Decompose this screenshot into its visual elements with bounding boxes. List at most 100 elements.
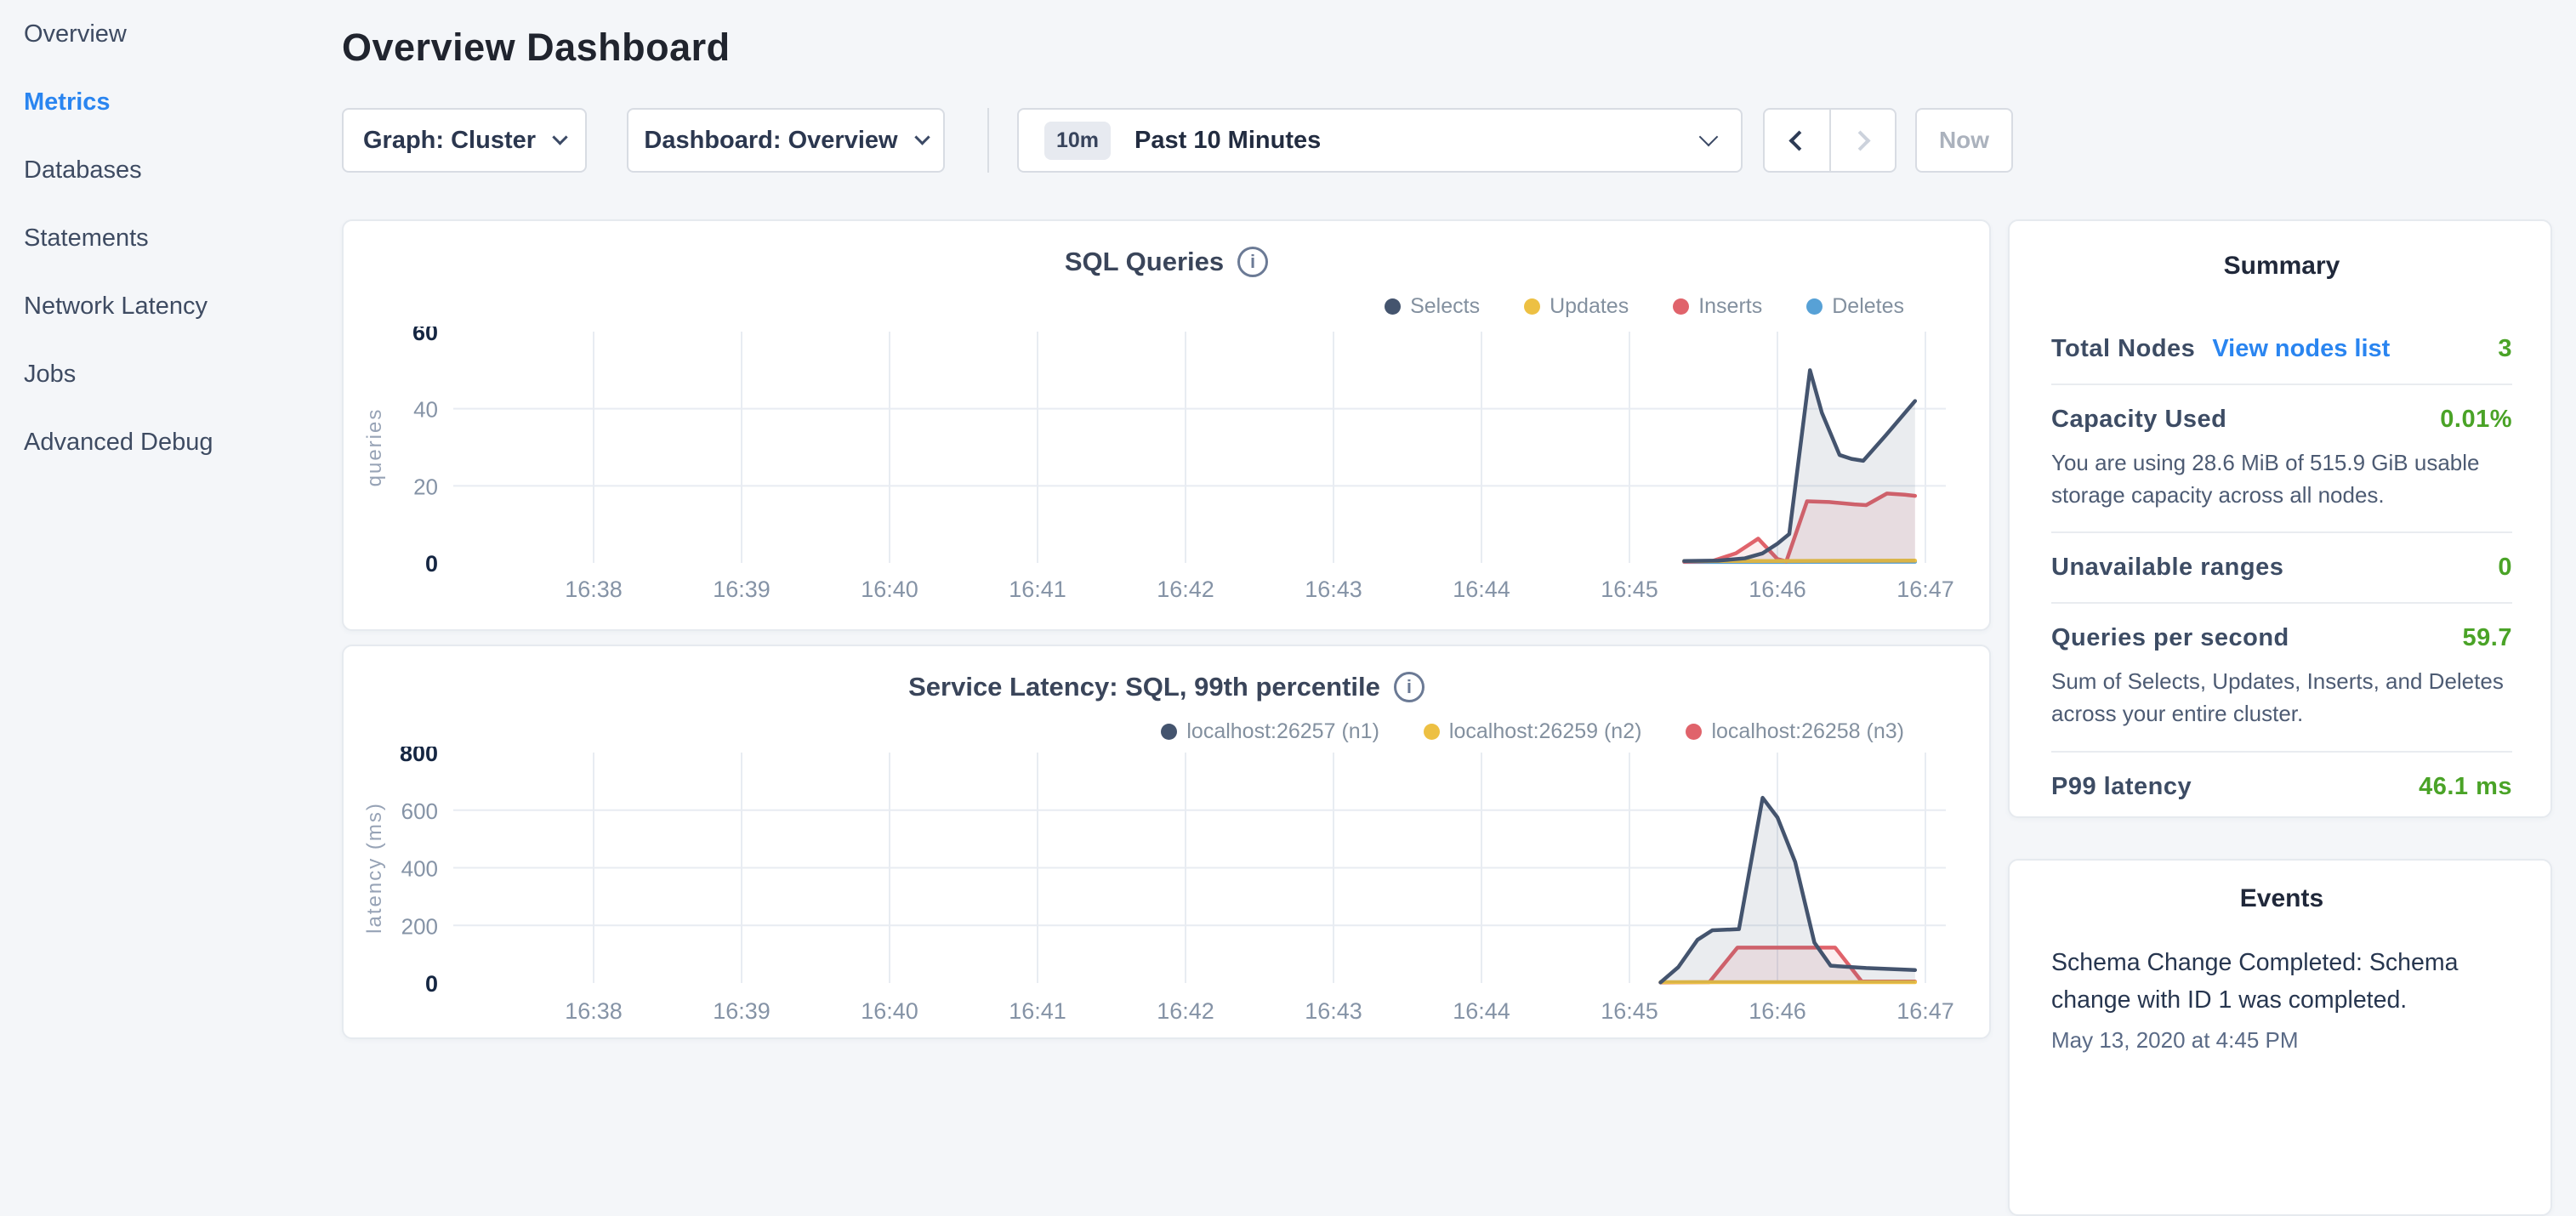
chevron-down-icon <box>552 129 567 145</box>
summary-row-p99-latency: P99 latency 46.1 ms <box>2051 751 2512 821</box>
time-pager <box>1763 108 1896 173</box>
divider <box>987 108 989 173</box>
legend-item: Deletes <box>1806 294 1904 319</box>
legend-dot <box>1686 724 1702 740</box>
sidebar-item-statements[interactable]: Statements <box>0 204 340 272</box>
sidebar-item-metrics[interactable]: Metrics <box>0 68 340 136</box>
summary-row-caption: Sum of Selects, Updates, Inserts, and De… <box>2051 666 2512 730</box>
chart-legend: localhost:26257 (n1) localhost:26259 (n2)… <box>1161 719 1904 744</box>
svg-text:16:46: 16:46 <box>1749 998 1806 1024</box>
events-panel: Events Schema Change Completed: Schema c… <box>2008 859 2552 1216</box>
chart-header: Service Latency: SQL, 99th percentile i <box>344 672 1989 702</box>
right-column: Summary Total Nodes View nodes list 3 Ca… <box>2008 219 2552 1216</box>
summary-row-label: Capacity Used <box>2051 406 2226 434</box>
summary-title: Summary <box>2051 252 2512 281</box>
svg-text:600: 600 <box>401 798 438 824</box>
svg-text:16:41: 16:41 <box>1009 998 1066 1024</box>
chevron-right-icon <box>1850 130 1870 151</box>
chart-title: SQL Queries <box>1065 247 1224 277</box>
events-title: Events <box>2051 884 2512 913</box>
svg-text:16:45: 16:45 <box>1601 998 1658 1024</box>
legend-label: Deletes <box>1832 294 1904 319</box>
legend-label: Updates <box>1550 294 1629 319</box>
charts-column: SQL Queries i Selects Updates Inserts Delet… <box>342 219 1991 1039</box>
svg-text:16:39: 16:39 <box>713 998 771 1024</box>
svg-text:0: 0 <box>425 971 438 997</box>
svg-text:16:38: 16:38 <box>565 577 623 602</box>
event-item[interactable]: Schema Change Completed: Schema change w… <box>2051 944 2512 1054</box>
legend-item: localhost:26259 (n2) <box>1424 719 1642 744</box>
svg-text:16:44: 16:44 <box>1453 998 1510 1024</box>
svg-text:200: 200 <box>401 913 438 939</box>
dashboard-dropdown-label: Dashboard: Overview <box>644 127 897 155</box>
view-nodes-list-link[interactable]: View nodes list <box>2212 335 2390 363</box>
controls-bar: Graph: Cluster Dashboard: Overview 10m P… <box>342 108 2013 173</box>
legend-item: Updates <box>1524 294 1629 319</box>
now-button[interactable]: Now <box>1915 108 2013 173</box>
svg-text:16:40: 16:40 <box>861 577 918 602</box>
sql-queries-chart-card: SQL Queries i Selects Updates Inserts Delet… <box>342 219 1991 631</box>
svg-text:400: 400 <box>401 856 438 882</box>
sidebar-item-advanced-debug[interactable]: Advanced Debug <box>0 408 340 476</box>
time-range-badge: 10m <box>1044 122 1111 160</box>
chart-legend: Selects Updates Inserts Deletes <box>1385 294 1904 319</box>
summary-row-value: 3 <box>2498 335 2512 363</box>
svg-text:16:47: 16:47 <box>1896 577 1954 602</box>
svg-text:0: 0 <box>425 551 438 577</box>
chart-title: Service Latency: SQL, 99th percentile <box>908 672 1380 702</box>
legend-dot <box>1806 298 1823 315</box>
event-timestamp: May 13, 2020 at 4:45 PM <box>2051 1027 2512 1054</box>
summary-row-value: 46.1 ms <box>2419 773 2512 801</box>
svg-text:20: 20 <box>413 474 438 499</box>
summary-row-caption: You are using 28.6 MiB of 515.9 GiB usab… <box>2051 447 2512 511</box>
svg-text:16:41: 16:41 <box>1009 577 1066 602</box>
time-range-label: Past 10 Minutes <box>1134 127 1321 155</box>
service-latency-chart-card: Service Latency: SQL, 99th percentile i … <box>342 645 1991 1039</box>
legend-label: localhost:26259 (n2) <box>1449 719 1642 744</box>
time-forward-button[interactable] <box>1831 110 1896 171</box>
chevron-left-icon <box>1789 130 1810 151</box>
summary-rows: Total Nodes View nodes list 3 Capacity U… <box>2051 315 2512 821</box>
summary-row-value: 0 <box>2498 554 2512 582</box>
legend-label: localhost:26258 (n3) <box>1711 719 1904 744</box>
chevron-down-icon <box>914 129 930 145</box>
graph-dropdown[interactable]: Graph: Cluster <box>342 108 587 173</box>
legend-dot <box>1385 298 1401 315</box>
summary-row-total-nodes: Total Nodes View nodes list 3 <box>2051 315 2512 384</box>
svg-text:16:46: 16:46 <box>1749 577 1806 602</box>
summary-row-queries-per-second: Queries per second 59.7 Sum of Selects, … <box>2051 602 2512 750</box>
svg-text:16:43: 16:43 <box>1305 577 1362 602</box>
summary-row-label: Total Nodes <box>2051 335 2195 363</box>
summary-row-label: P99 latency <box>2051 773 2192 801</box>
sidebar-item-databases[interactable]: Databases <box>0 136 340 204</box>
sidebar-item-overview[interactable]: Overview <box>0 0 340 68</box>
chevron-down-icon <box>1699 128 1719 147</box>
chart-header: SQL Queries i <box>344 247 1989 277</box>
svg-text:16:38: 16:38 <box>565 998 623 1024</box>
info-icon[interactable]: i <box>1394 672 1424 702</box>
event-text: Schema Change Completed: Schema change w… <box>2051 944 2512 1019</box>
legend-label: Selects <box>1410 294 1480 319</box>
legend-dot <box>1673 298 1689 315</box>
svg-text:40: 40 <box>413 397 438 423</box>
summary-panel: Summary Total Nodes View nodes list 3 Ca… <box>2008 219 2552 818</box>
legend-item: Inserts <box>1673 294 1762 319</box>
legend-dot <box>1424 724 1440 740</box>
svg-text:queries: queries <box>363 408 386 487</box>
summary-row-value: 59.7 <box>2463 624 2512 652</box>
legend-item: Selects <box>1385 294 1480 319</box>
legend-label: Inserts <box>1698 294 1762 319</box>
time-range-dropdown[interactable]: 10m Past 10 Minutes <box>1017 108 1743 173</box>
sidebar-item-jobs[interactable]: Jobs <box>0 340 340 408</box>
sidebar-item-network-latency[interactable]: Network Latency <box>0 272 340 340</box>
dashboard-dropdown[interactable]: Dashboard: Overview <box>627 108 945 173</box>
svg-text:16:42: 16:42 <box>1157 577 1214 602</box>
svg-text:16:45: 16:45 <box>1601 577 1658 602</box>
legend-label: localhost:26257 (n1) <box>1186 719 1379 744</box>
info-icon[interactable]: i <box>1237 247 1268 277</box>
summary-row-label: Unavailable ranges <box>2051 554 2283 582</box>
time-back-button[interactable] <box>1765 110 1831 171</box>
legend-dot <box>1524 298 1540 315</box>
svg-text:16:40: 16:40 <box>861 998 918 1024</box>
sidebar: OverviewMetricsDatabasesStatementsNetwor… <box>0 0 340 1051</box>
